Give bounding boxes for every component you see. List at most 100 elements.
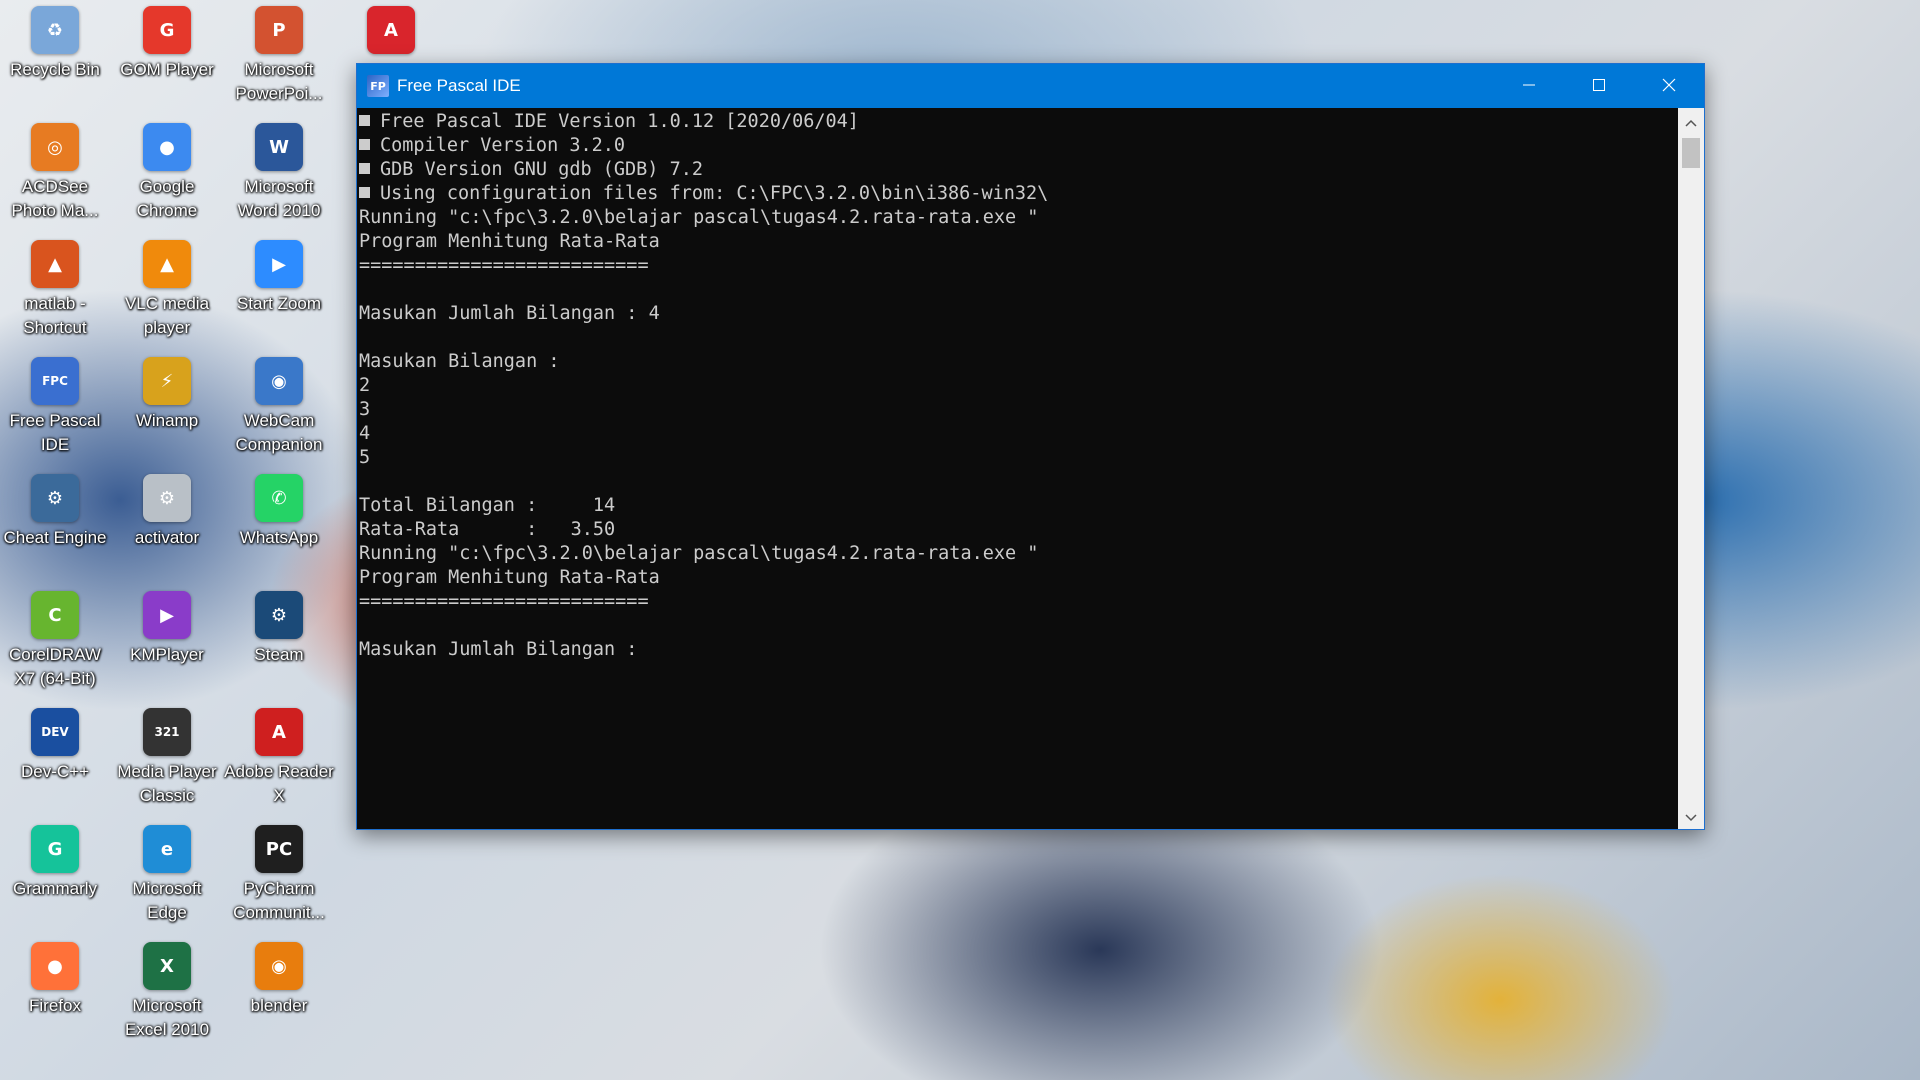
webcam-companion-icon: ◉ bbox=[255, 357, 303, 405]
desktop-icon-winamp[interactable]: ⚡ Winamp bbox=[112, 357, 222, 467]
console-line-text: Running "c:\fpc\3.2.0\belajar pascal\tug… bbox=[359, 543, 1039, 564]
kmplayer-icon: ▶ bbox=[143, 591, 191, 639]
desktop-icon-label: Steam bbox=[254, 645, 304, 664]
desktop-icon-label: Adobe Reader X bbox=[224, 762, 334, 805]
desktop-icon-dev-c[interactable]: DEV Dev-C++ bbox=[0, 708, 110, 818]
desktop-icon-label: ACDSee Photo Ma... bbox=[11, 177, 99, 220]
desktop-icon-firefox[interactable]: ● Firefox bbox=[0, 942, 110, 1052]
console-line-text: Free Pascal IDE Version 1.0.12 [2020/06/… bbox=[380, 111, 859, 132]
console-line: ========================== bbox=[359, 590, 1677, 614]
winamp-icon: ⚡ bbox=[143, 357, 191, 405]
desktop-icon-label: Microsoft PowerPoi... bbox=[235, 60, 323, 103]
desktop-icon-label: CorelDRAW X7 (64-Bit) bbox=[9, 645, 101, 688]
free-pascal-app-icon[interactable]: FP bbox=[367, 75, 389, 97]
desktop-icon-label: Microsoft Word 2010 bbox=[237, 177, 321, 220]
desktop-icon-google-chrome[interactable]: ● Google Chrome bbox=[112, 123, 222, 233]
title-bar[interactable]: FP Free Pascal IDE bbox=[357, 64, 1704, 108]
desktop-icon-label: activator bbox=[134, 528, 200, 547]
desktop-icon-microsoft-powerpoi[interactable]: P Microsoft PowerPoi... bbox=[224, 6, 334, 116]
desktop-icon-microsoft-word-2010[interactable]: W Microsoft Word 2010 bbox=[224, 123, 334, 233]
desktop-icon-microsoft-edge[interactable]: e Microsoft Edge bbox=[112, 825, 222, 935]
vertical-scrollbar[interactable] bbox=[1678, 108, 1704, 829]
console-line: Total Bilangan : 14 bbox=[359, 494, 1677, 518]
desktop-icon-media-player-classic[interactable]: 321 Media Player Classic bbox=[112, 708, 222, 818]
console-line: Running "c:\fpc\3.2.0\belajar pascal\tug… bbox=[359, 206, 1677, 230]
desktop-icon-adobe-reader-x[interactable]: A Adobe Reader X bbox=[224, 708, 334, 818]
scroll-up-button[interactable] bbox=[1678, 108, 1704, 134]
console-line: 5 bbox=[359, 446, 1677, 470]
close-button[interactable] bbox=[1634, 64, 1704, 108]
console-line-text: 4 bbox=[359, 423, 371, 444]
console-line: 3 bbox=[359, 398, 1677, 422]
app-icon: A bbox=[367, 6, 415, 54]
desktop-icon-cheat-engine[interactable]: ⚙ Cheat Engine bbox=[0, 474, 110, 584]
desktop-icon-webcam-companion[interactable]: ◉ WebCam Companion bbox=[224, 357, 334, 467]
desktop-icon-whatsapp[interactable]: ✆ WhatsApp bbox=[224, 474, 334, 584]
desktop-icon-label: Dev-C++ bbox=[20, 762, 90, 781]
console-line: ========================== bbox=[359, 254, 1677, 278]
maximize-button[interactable] bbox=[1564, 64, 1634, 108]
desktop-icon-label: Cheat Engine bbox=[3, 528, 107, 547]
desktop-icon-acdsee-photo-ma[interactable]: ◎ ACDSee Photo Ma... bbox=[0, 123, 110, 233]
desktop-icon-grammarly[interactable]: G Grammarly bbox=[0, 825, 110, 935]
desktop-icon-label: Google Chrome bbox=[136, 177, 198, 220]
media-player-classic-icon: 321 bbox=[143, 708, 191, 756]
blender-icon: ◉ bbox=[255, 942, 303, 990]
recycle-bin-icon: ♻ bbox=[31, 6, 79, 54]
square-bullet-icon bbox=[359, 115, 370, 126]
acdsee-photo-ma-icon: ◎ bbox=[31, 123, 79, 171]
console-line: Running "c:\fpc\3.2.0\belajar pascal\tug… bbox=[359, 542, 1677, 566]
console-line: Using configuration files from: C:\FPC\3… bbox=[359, 182, 1677, 206]
desktop-icon-kmplayer[interactable]: ▶ KMPlayer bbox=[112, 591, 222, 701]
console-line-text: Rata-Rata : 3.50 bbox=[359, 519, 616, 540]
console-line: Compiler Version 3.2.0 bbox=[359, 134, 1677, 158]
console-line: Program Menhitung Rata-Rata bbox=[359, 230, 1677, 254]
desktop-icon-microsoft-excel-2010[interactable]: X Microsoft Excel 2010 bbox=[112, 942, 222, 1052]
desktop-icon-start-zoom[interactable]: ▶ Start Zoom bbox=[224, 240, 334, 350]
chevron-down-icon bbox=[1685, 807, 1697, 826]
desktop-icon-coreldraw-x7-64-bit[interactable]: C CorelDRAW X7 (64-Bit) bbox=[0, 591, 110, 701]
desktop-icon-label: Microsoft Excel 2010 bbox=[124, 996, 210, 1039]
console-line: 4 bbox=[359, 422, 1677, 446]
scroll-thumb[interactable] bbox=[1682, 138, 1700, 168]
desktop-icon-blender[interactable]: ◉ blender bbox=[224, 942, 334, 1052]
desktop-icon-label: matlab - Shortcut bbox=[23, 294, 87, 337]
console-line-text: 3 bbox=[359, 399, 371, 420]
console-line-text: Running "c:\fpc\3.2.0\belajar pascal\tug… bbox=[359, 207, 1039, 228]
minimize-button[interactable] bbox=[1494, 64, 1564, 108]
desktop-icon-free-pascal-ide[interactable]: FPC Free Pascal IDE bbox=[0, 357, 110, 467]
desktop-icon-label: WebCam Companion bbox=[235, 411, 323, 454]
console-line-text: Masukan Jumlah Bilangan : 4 bbox=[359, 303, 660, 324]
desktop-icon-label: blender bbox=[250, 996, 308, 1015]
desktop-icon-label: Media Player Classic bbox=[117, 762, 217, 805]
desktop-icon-matlab-shortcut[interactable]: ▲ matlab - Shortcut bbox=[0, 240, 110, 350]
desktop-icon-gom-player[interactable]: G GOM Player bbox=[112, 6, 222, 116]
console-line-text: ========================== bbox=[359, 255, 649, 276]
desktop-icon-label: Recycle Bin bbox=[10, 60, 100, 79]
desktop-icon-pycharm-communit[interactable]: PC PyCharm Communit... bbox=[224, 825, 334, 935]
steam-icon: ⚙ bbox=[255, 591, 303, 639]
desktop-icon-steam[interactable]: ⚙ Steam bbox=[224, 591, 334, 701]
start-zoom-icon: ▶ bbox=[255, 240, 303, 288]
microsoft-edge-icon: e bbox=[143, 825, 191, 873]
console-line-text: ========================== bbox=[359, 591, 649, 612]
square-bullet-icon bbox=[359, 187, 370, 198]
desktop-icon-label: KMPlayer bbox=[130, 645, 204, 664]
free-pascal-window[interactable]: FP Free Pascal IDE Free Pascal IDE Versi… bbox=[356, 63, 1705, 830]
dev-c-icon: DEV bbox=[31, 708, 79, 756]
desktop-icon-vlc-media-player[interactable]: ▲ VLC media player bbox=[112, 240, 222, 350]
maximize-icon bbox=[1592, 77, 1606, 96]
desktop-icon-recycle-bin[interactable]: ♻ Recycle Bin bbox=[0, 6, 110, 116]
vlc-media-player-icon: ▲ bbox=[143, 240, 191, 288]
google-chrome-icon: ● bbox=[143, 123, 191, 171]
console-line: Masukan Bilangan : bbox=[359, 350, 1677, 374]
desktop-icon-label: Firefox bbox=[29, 996, 81, 1015]
chevron-up-icon bbox=[1685, 112, 1697, 131]
console-line-text: 2 bbox=[359, 375, 371, 396]
window-title: Free Pascal IDE bbox=[397, 76, 521, 95]
console-line-text: Masukan Bilangan : bbox=[359, 351, 560, 372]
desktop-icon-activator[interactable]: ⚙ activator bbox=[112, 474, 222, 584]
console-output[interactable]: Free Pascal IDE Version 1.0.12 [2020/06/… bbox=[357, 108, 1677, 829]
minimize-icon bbox=[1522, 77, 1536, 96]
scroll-down-button[interactable] bbox=[1678, 803, 1704, 829]
